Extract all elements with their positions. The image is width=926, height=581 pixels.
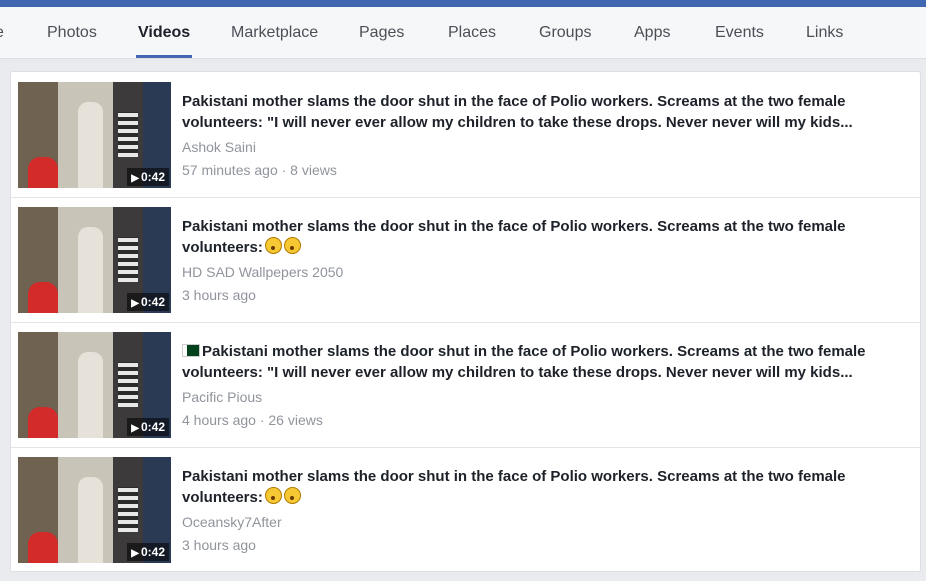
confused-emoji-icon (283, 237, 301, 254)
video-title-text: volunteers: (182, 489, 263, 506)
tab-places[interactable]: Places (448, 7, 496, 58)
video-result-item[interactable]: ▶ 0:42 Pakistani mother slams the door sh… (11, 322, 920, 448)
video-title-line-2: volunteers: (182, 487, 902, 508)
video-result-item[interactable]: ▶ 0:42 Pakistani mother slams the door sh… (11, 72, 920, 198)
video-title-link[interactable]: Pakistani mother slams the door shut in … (182, 216, 902, 258)
video-meta: 3 hours ago (182, 537, 256, 553)
video-title-text: Pakistani mother slams the door shut in … (202, 343, 866, 360)
tab-links[interactable]: Links (806, 7, 843, 58)
video-title-line: volunteers: "I will never ever allow my … (182, 114, 853, 131)
video-author-link[interactable]: HD SAD Wallpepers 2050 (182, 264, 343, 280)
tab-photos[interactable]: Photos (47, 7, 97, 58)
top-nav-bar (0, 0, 926, 7)
video-title-text: volunteers: (182, 239, 263, 256)
pakistan-flag-icon (182, 344, 200, 357)
duration-text: 0:42 (140, 420, 165, 434)
duration-text: 0:42 (140, 545, 165, 559)
video-author-link[interactable]: Pacific Pious (182, 389, 262, 405)
video-title-link[interactable]: Pakistani mother slams the door shut in … (182, 466, 902, 508)
search-filter-tabs: e Photos Videos Marketplace Pages Places… (0, 7, 926, 59)
play-icon: ▶ (131, 423, 139, 434)
video-duration-badge: ▶ 0:42 (127, 293, 169, 311)
video-meta: 4 hours ago · 26 views (182, 412, 323, 428)
play-icon: ▶ (131, 548, 139, 559)
video-meta: 3 hours ago (182, 287, 256, 303)
video-thumbnail[interactable]: ▶ 0:42 (18, 82, 171, 188)
tab-events[interactable]: Events (715, 7, 764, 58)
video-thumbnail[interactable]: ▶ 0:42 (18, 332, 171, 438)
tab-apps[interactable]: Apps (634, 7, 670, 58)
video-title-link[interactable]: Pakistani mother slams the door shut in … (182, 341, 902, 383)
astonished-emoji-icon (264, 237, 282, 254)
video-title-line: volunteers: "I will never ever allow my … (182, 364, 853, 381)
tab-partial[interactable]: e (0, 7, 4, 58)
duration-text: 0:42 (140, 295, 165, 309)
video-duration-badge: ▶ 0:42 (127, 418, 169, 436)
video-author-link[interactable]: Ashok Saini (182, 139, 256, 155)
video-title-line-2: volunteers: (182, 237, 902, 258)
video-meta: 57 minutes ago · 8 views (182, 162, 337, 178)
confused-emoji-icon (283, 487, 301, 504)
tab-groups[interactable]: Groups (539, 7, 591, 58)
video-author-link[interactable]: Oceansky7After (182, 514, 282, 530)
video-title-line: Pakistani mother slams the door shut in … (182, 93, 846, 110)
tab-pages[interactable]: Pages (359, 7, 404, 58)
play-icon: ▶ (131, 173, 139, 184)
video-title-line: Pakistani mother slams the door shut in … (182, 468, 846, 485)
video-duration-badge: ▶ 0:42 (127, 543, 169, 561)
tab-videos[interactable]: Videos (135, 7, 193, 58)
video-result-item[interactable]: ▶ 0:42 Pakistani mother slams the door sh… (11, 447, 920, 572)
video-title-line: Pakistani mother slams the door shut in … (182, 218, 846, 235)
astonished-emoji-icon (264, 487, 282, 504)
video-results-list: ▶ 0:42 Pakistani mother slams the door sh… (10, 71, 921, 572)
duration-text: 0:42 (140, 170, 165, 184)
video-duration-badge: ▶ 0:42 (127, 168, 169, 186)
video-thumbnail[interactable]: ▶ 0:42 (18, 457, 171, 563)
video-result-item[interactable]: ▶ 0:42 Pakistani mother slams the door sh… (11, 197, 920, 323)
tab-marketplace[interactable]: Marketplace (231, 7, 318, 58)
play-icon: ▶ (131, 298, 139, 309)
video-title-line-1: Pakistani mother slams the door shut in … (182, 341, 902, 362)
video-title-link[interactable]: Pakistani mother slams the door shut in … (182, 91, 902, 133)
video-thumbnail[interactable]: ▶ 0:42 (18, 207, 171, 313)
